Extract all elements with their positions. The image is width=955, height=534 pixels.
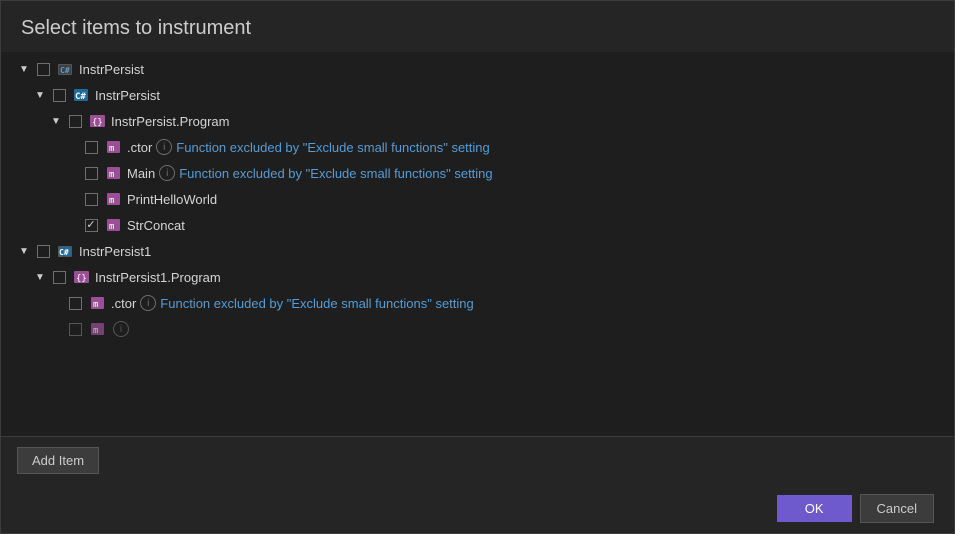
method-icon: m	[106, 139, 122, 155]
checkbox[interactable]	[69, 115, 82, 128]
assembly-icon: C#	[58, 243, 74, 259]
excluded-link[interactable]: Function excluded by "Exclude small func…	[176, 140, 489, 155]
method-icon: m	[90, 321, 106, 337]
checkbox[interactable]	[69, 323, 82, 336]
svg-text:m: m	[109, 222, 114, 232]
tree-row[interactable]: ▼ {} InstrPersist.Program	[1, 108, 954, 134]
checkbox[interactable]	[53, 271, 66, 284]
node-label: InstrPersist1.Program	[95, 270, 221, 285]
tree-row[interactable]: m PrintHelloWorld	[1, 186, 954, 212]
excluded-link[interactable]: Function excluded by "Exclude small func…	[160, 296, 473, 311]
chevron-icon[interactable]: ▼	[17, 62, 31, 76]
add-item-button[interactable]: Add Item	[17, 447, 99, 474]
svg-text:m: m	[93, 300, 98, 310]
checkbox[interactable]	[85, 219, 98, 232]
node-label: InstrPersist.Program	[111, 114, 229, 129]
info-icon: i	[140, 295, 156, 311]
method-icon: m	[106, 217, 122, 233]
ok-button[interactable]: OK	[777, 495, 852, 522]
node-label: InstrPersist	[79, 62, 144, 77]
node-label: InstrPersist1	[79, 244, 151, 259]
tree-row[interactable]: m .ctor i Function excluded by "Exclude …	[1, 134, 954, 160]
namespace-icon: {}	[74, 269, 90, 285]
node-label: InstrPersist	[95, 88, 160, 103]
chevron-icon[interactable]: ▼	[33, 88, 47, 102]
tree-row[interactable]: ▼ C# InstrPersist	[1, 82, 954, 108]
svg-text:C#: C#	[75, 92, 86, 102]
checkbox[interactable]	[53, 89, 66, 102]
tree-row[interactable]: ▼ {} InstrPersist1.Program	[1, 264, 954, 290]
chevron-icon[interactable]: ▼	[49, 114, 63, 128]
node-label: .ctor	[111, 296, 136, 311]
svg-text:C#: C#	[60, 66, 70, 75]
svg-text:{}: {}	[76, 274, 87, 284]
svg-text:C#: C#	[59, 248, 69, 257]
tree-container[interactable]: ▼ C# InstrPersist ▼	[1, 52, 954, 436]
tree-row[interactable]: m Main i Function excluded by "Exclude s…	[1, 160, 954, 186]
checkbox[interactable]	[85, 193, 98, 206]
dialog: Select items to instrument ▼ C# InstrPer…	[0, 0, 955, 534]
info-icon: i	[159, 165, 175, 181]
csharp-assembly-icon: C#	[74, 87, 90, 103]
node-label: StrConcat	[127, 218, 185, 233]
method-icon: m	[106, 191, 122, 207]
method-icon: m	[106, 165, 122, 181]
bottom-bar: Add Item	[1, 436, 954, 484]
checkbox[interactable]	[37, 245, 50, 258]
info-icon: i	[156, 139, 172, 155]
tree-row[interactable]: m StrConcat	[1, 212, 954, 238]
cancel-button[interactable]: Cancel	[860, 494, 934, 523]
node-label: .ctor	[127, 140, 152, 155]
checkbox[interactable]	[69, 297, 82, 310]
node-label: Main	[127, 166, 155, 181]
checkbox[interactable]	[37, 63, 50, 76]
svg-text:m: m	[109, 144, 114, 154]
node-label: PrintHelloWorld	[127, 192, 217, 207]
dialog-footer: OK Cancel	[1, 484, 954, 533]
svg-text:{}: {}	[92, 118, 103, 128]
chevron-icon[interactable]: ▼	[33, 270, 47, 284]
method-icon: m	[90, 295, 106, 311]
tree-row[interactable]: ▼ C# InstrPersist	[1, 56, 954, 82]
assembly-icon: C#	[58, 61, 74, 77]
excluded-link[interactable]: Function excluded by "Exclude small func…	[179, 166, 492, 181]
checkbox[interactable]	[85, 141, 98, 154]
dialog-title: Select items to instrument	[1, 1, 954, 52]
chevron-icon[interactable]: ▼	[17, 244, 31, 258]
namespace-icon: {}	[90, 113, 106, 129]
checkbox[interactable]	[85, 167, 98, 180]
info-icon: i	[113, 321, 129, 337]
dialog-body: ▼ C# InstrPersist ▼	[1, 52, 954, 436]
tree-row[interactable]: ▼ C# InstrPersist1	[1, 238, 954, 264]
svg-text:m: m	[109, 170, 114, 180]
tree-row[interactable]: m i	[1, 316, 954, 342]
svg-text:m: m	[109, 196, 114, 206]
tree-row[interactable]: m .ctor i Function excluded by "Exclude …	[1, 290, 954, 316]
svg-text:m: m	[93, 326, 98, 336]
